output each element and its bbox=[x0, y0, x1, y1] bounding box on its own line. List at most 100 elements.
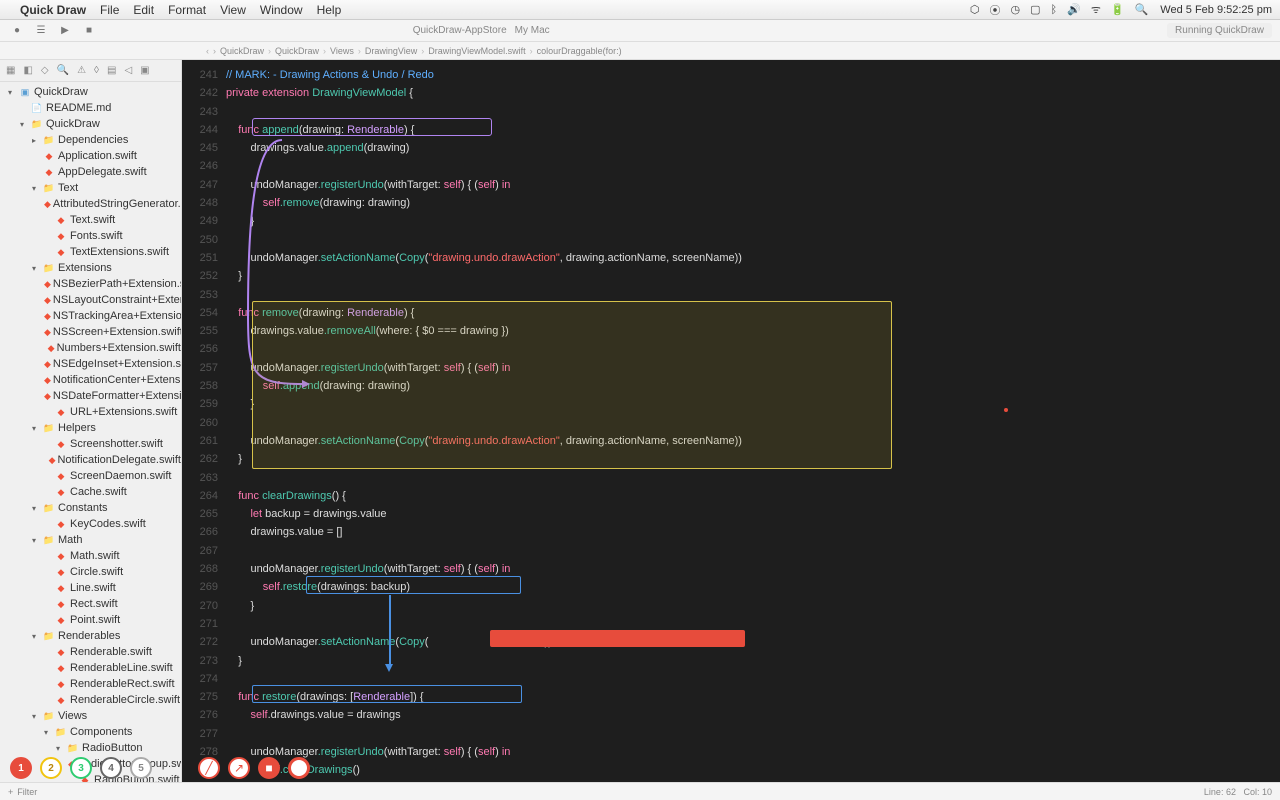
spotlight-icon[interactable]: 🔍 bbox=[1135, 3, 1149, 16]
run-button[interactable]: ▶ bbox=[56, 23, 74, 39]
menu-format[interactable]: Format bbox=[168, 3, 206, 17]
tool-arrow-button[interactable]: ↗ bbox=[228, 757, 250, 779]
menubar-clock[interactable]: Wed 5 Feb 9:52:25 pm bbox=[1160, 4, 1272, 16]
tree-item[interactable]: ◆Point.swift bbox=[0, 612, 181, 628]
tree-item[interactable]: ◆ScreenDaemon.swift bbox=[0, 468, 181, 484]
tree-item[interactable]: ◆Math.swift bbox=[0, 548, 181, 564]
stop-button[interactable]: ■ bbox=[80, 23, 98, 39]
tree-item[interactable]: ▾▣QuickDraw bbox=[0, 84, 181, 100]
project-navigator[interactable]: ▦ ◧ ◇ 🔍 ⚠ ◊ ▤ ◁ ▣ ▾▣QuickDraw📄README.md▾… bbox=[0, 60, 182, 782]
tree-item[interactable]: ▾📁Constants bbox=[0, 500, 181, 516]
tree-item[interactable]: ◆RenderableRect.swift bbox=[0, 676, 181, 692]
crumb-project[interactable]: QuickDraw bbox=[220, 46, 264, 56]
tool-circle-button[interactable] bbox=[288, 757, 310, 779]
tree-item[interactable]: ◆NSScreen+Extension.swift bbox=[0, 324, 181, 340]
crumb-file[interactable]: DrawingViewModel.swift bbox=[428, 46, 525, 56]
tree-item[interactable]: ◆RenderableCircle.swift bbox=[0, 692, 181, 708]
tree-item[interactable]: ◆Line.swift bbox=[0, 580, 181, 596]
menu-help[interactable]: Help bbox=[317, 3, 342, 17]
crumb-subgroup[interactable]: DrawingView bbox=[365, 46, 417, 56]
scheme-destination: My Mac bbox=[515, 25, 550, 36]
volume-icon[interactable]: 🔊 bbox=[1067, 3, 1081, 16]
scheme-selector[interactable]: QuickDraw-AppStore My Mac bbox=[413, 25, 550, 36]
tree-item[interactable]: ▾📁Views bbox=[0, 708, 181, 724]
menubar: Quick Draw File Edit Format View Window … bbox=[0, 0, 1280, 20]
tree-item[interactable]: ▾📁QuickDraw bbox=[0, 116, 181, 132]
clock-icon[interactable]: ◷ bbox=[1011, 3, 1021, 16]
tree-item[interactable]: ◆AttributedStringGenerator.swift bbox=[0, 196, 181, 212]
breakpoint-nav-icon[interactable]: ◁ bbox=[124, 65, 132, 76]
tree-item[interactable]: ◆Fonts.swift bbox=[0, 228, 181, 244]
wifi-icon[interactable]: ᯤ bbox=[1091, 2, 1101, 17]
tree-item[interactable]: ◆Screenshotter.swift bbox=[0, 436, 181, 452]
color-3-button[interactable]: 3 bbox=[70, 757, 92, 779]
find-nav-icon[interactable]: 🔍 bbox=[57, 65, 69, 76]
tree-item[interactable]: ◆NSEdgeInset+Extension.swift bbox=[0, 356, 181, 372]
issue-nav-icon[interactable]: ⚠ bbox=[77, 65, 86, 76]
tree-item[interactable]: ◆KeyCodes.swift bbox=[0, 516, 181, 532]
menu-file[interactable]: File bbox=[100, 3, 119, 17]
scheme-app: QuickDraw-AppStore bbox=[413, 25, 507, 36]
tree-item[interactable]: ▸📁Dependencies bbox=[0, 132, 181, 148]
tool-rect-button[interactable]: ■ bbox=[258, 757, 280, 779]
filter-field[interactable]: Filter bbox=[17, 787, 37, 797]
app-menu[interactable]: Quick Draw bbox=[20, 3, 86, 17]
sidebar-toggle-icon[interactable]: ☰ bbox=[32, 23, 50, 39]
tree-item[interactable]: ▾📁Helpers bbox=[0, 420, 181, 436]
menu-edit[interactable]: Edit bbox=[133, 3, 154, 17]
code-editor[interactable]: 2412422432442452462472482492502512522532… bbox=[182, 60, 1280, 782]
tree-item[interactable]: ◆NotificationDelegate.swift bbox=[0, 452, 181, 468]
code-area[interactable]: // MARK: - Drawing Actions & Undo / Redo… bbox=[226, 60, 1280, 782]
menu-view[interactable]: View bbox=[220, 3, 246, 17]
nav-forward-icon[interactable]: › bbox=[213, 46, 216, 56]
bluetooth-icon[interactable]: ᛒ bbox=[1051, 4, 1058, 16]
color-1-button[interactable]: 1 bbox=[10, 757, 32, 779]
tree-item[interactable]: ◆TextExtensions.swift bbox=[0, 244, 181, 260]
crumb-group[interactable]: Views bbox=[330, 46, 354, 56]
navigator-selector[interactable]: ▦ ◧ ◇ 🔍 ⚠ ◊ ▤ ◁ ▣ bbox=[0, 60, 181, 82]
battery-icon[interactable]: 🔋 bbox=[1111, 3, 1125, 16]
tree-item[interactable]: 📄README.md bbox=[0, 100, 181, 116]
tree-item[interactable]: ▾📁Extensions bbox=[0, 260, 181, 276]
tree-item[interactable]: ▾📁Text bbox=[0, 180, 181, 196]
tree-item[interactable]: ▾📁Math bbox=[0, 532, 181, 548]
color-4-button[interactable]: 4 bbox=[100, 757, 122, 779]
tree-item[interactable]: ◆Renderable.swift bbox=[0, 644, 181, 660]
debug-nav-icon[interactable]: ▤ bbox=[107, 65, 116, 76]
color-2-button[interactable]: 2 bbox=[40, 757, 62, 779]
report-nav-icon[interactable]: ▣ bbox=[140, 65, 149, 76]
nav-back-icon[interactable]: ‹ bbox=[206, 46, 209, 56]
source-control-icon[interactable]: ◧ bbox=[23, 65, 32, 76]
tree-item[interactable]: ◆AppDelegate.swift bbox=[0, 164, 181, 180]
tree-item[interactable]: ◆URL+Extensions.swift bbox=[0, 404, 181, 420]
symbol-nav-icon[interactable]: ◇ bbox=[41, 65, 49, 76]
tree-item[interactable]: ▾📁Components bbox=[0, 724, 181, 740]
channels-icon[interactable]: ⦿ bbox=[990, 2, 1001, 18]
tree-item[interactable]: ◆NSLayoutConstraint+Extension.sw... bbox=[0, 292, 181, 308]
folder-nav-icon[interactable]: ▦ bbox=[6, 65, 15, 76]
tree-item[interactable]: ◆Application.swift bbox=[0, 148, 181, 164]
add-icon[interactable]: + bbox=[8, 787, 13, 797]
crumb-symbol[interactable]: colourDraggable(for:) bbox=[537, 46, 622, 56]
tree-item[interactable]: ◆Numbers+Extension.swift bbox=[0, 340, 181, 356]
tree-item[interactable]: ◆NSBezierPath+Extension.swift bbox=[0, 276, 181, 292]
tree-item[interactable]: ◆Text.swift bbox=[0, 212, 181, 228]
display-icon[interactable]: ▢ bbox=[1030, 3, 1040, 16]
tree-item[interactable]: ◆NotificationCenter+Extension.swift bbox=[0, 372, 181, 388]
test-nav-icon[interactable]: ◊ bbox=[94, 65, 99, 76]
tree-item[interactable]: ◆Rect.swift bbox=[0, 596, 181, 612]
color-5-button[interactable]: 5 bbox=[130, 757, 152, 779]
tool-line-button[interactable]: ╱ bbox=[198, 757, 220, 779]
quickdraw-palette: 1 2 3 4 5 ╱ ↗ ■ bbox=[0, 754, 1280, 782]
close-window-button[interactable]: ● bbox=[8, 23, 26, 39]
crumb-target[interactable]: QuickDraw bbox=[275, 46, 319, 56]
dropbox-icon[interactable]: ⬡ bbox=[970, 3, 980, 16]
tree-item[interactable]: ◆Cache.swift bbox=[0, 484, 181, 500]
menu-window[interactable]: Window bbox=[260, 3, 303, 17]
tree-item[interactable]: ◆NSTrackingArea+Extension.swift bbox=[0, 308, 181, 324]
tree-item[interactable]: ◆RenderableLine.swift bbox=[0, 660, 181, 676]
tree-item[interactable]: ◆NSDateFormatter+Extension.swift bbox=[0, 388, 181, 404]
jump-bar[interactable]: ‹ › QuickDraw› QuickDraw› Views› Drawing… bbox=[0, 42, 1280, 60]
tree-item[interactable]: ◆Circle.swift bbox=[0, 564, 181, 580]
tree-item[interactable]: ▾📁Renderables bbox=[0, 628, 181, 644]
